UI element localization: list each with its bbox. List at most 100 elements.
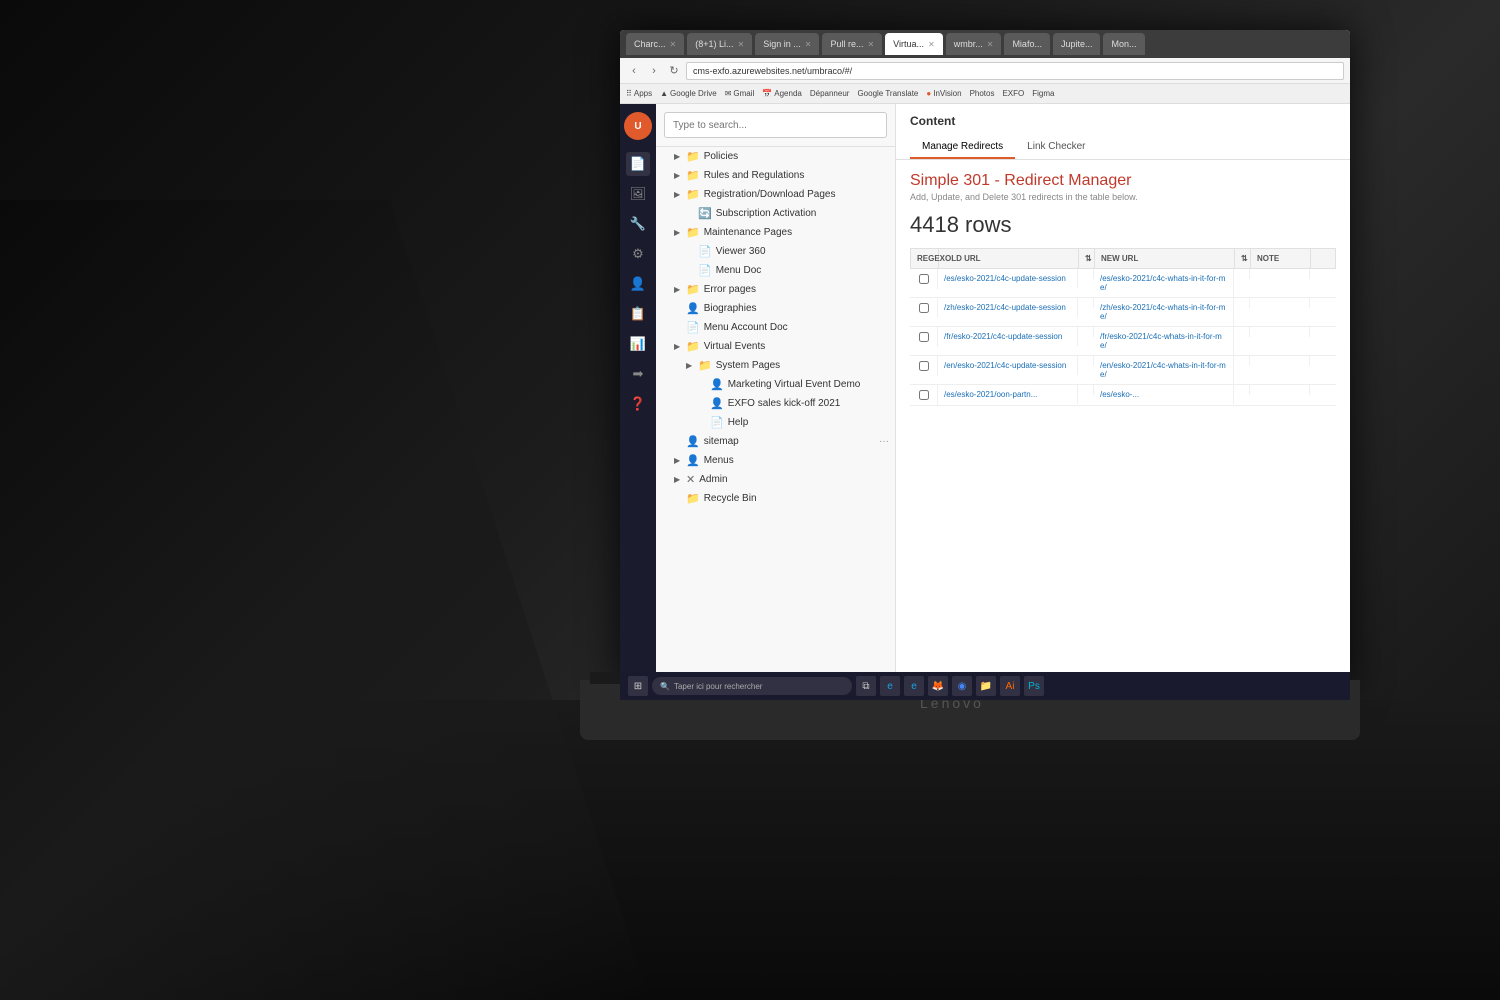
folder-icon: 📁: [686, 283, 700, 296]
chevron-icon: ▶: [686, 361, 696, 370]
tree-item[interactable]: ▶✕Admin: [656, 470, 895, 489]
more-options-button[interactable]: ···: [879, 436, 889, 447]
browser-tab-6[interactable]: wmbr... ✕: [946, 33, 1002, 55]
taskbar-windows[interactable]: ⊞: [628, 676, 648, 696]
taskbar-ai[interactable]: Ai: [1000, 676, 1020, 696]
address-bar[interactable]: cms-exfo.azurewebsites.net/umbraco/#/: [686, 62, 1344, 80]
sidebar-icon-users[interactable]: 👤: [626, 272, 650, 296]
tree-item-label: sitemap: [704, 436, 739, 447]
row-checkbox-0[interactable]: [919, 274, 929, 284]
tree-item[interactable]: ▶👤Menus: [656, 451, 895, 470]
folder-icon: 📁: [686, 150, 700, 163]
sidebar-icon-help[interactable]: ❓: [626, 392, 650, 416]
browser-tab-1[interactable]: Charc... ✕: [626, 33, 684, 55]
header-sort-2[interactable]: ⇅: [1235, 249, 1251, 268]
tree-item[interactable]: 📁 Recycle Bin: [656, 489, 895, 508]
browser-toolbar: ‹ › ↻ cms-exfo.azurewebsites.net/umbraco…: [620, 58, 1350, 84]
tree-item[interactable]: 👤 sitemap ···: [656, 432, 895, 451]
content-tabs: Manage Redirects Link Checker: [910, 136, 1336, 159]
bookmark-agenda[interactable]: 📅 Agenda: [762, 89, 802, 98]
sidebar-icon-forms[interactable]: 📋: [626, 302, 650, 326]
taskbar-firefox[interactable]: 🦊: [928, 676, 948, 696]
taskbar-search[interactable]: 🔍 Taper ici pour rechercher: [652, 677, 852, 695]
tree-item[interactable]: 🔄Subscription Activation: [656, 204, 895, 223]
tab-close-5[interactable]: ✕: [928, 40, 935, 49]
browser-tab-8[interactable]: Jupite...: [1053, 33, 1101, 55]
row-checkbox-cell-4[interactable]: [910, 385, 938, 405]
sidebar-icon-gear[interactable]: ⚙: [626, 242, 650, 266]
browser-tab-3[interactable]: Sign in ... ✕: [755, 33, 819, 55]
tree-item[interactable]: ▶📁Maintenance Pages: [656, 223, 895, 242]
taskbar-ps[interactable]: Ps: [1024, 676, 1044, 696]
old-url-cell-3: /en/esko-2021/c4c-update-session: [938, 356, 1078, 375]
row-checkbox-cell-3[interactable]: [910, 356, 938, 376]
tab-link-checker[interactable]: Link Checker: [1015, 136, 1097, 159]
taskbar-explorer[interactable]: 📁: [976, 676, 996, 696]
tab-close-4[interactable]: ✕: [867, 40, 874, 49]
tree-item[interactable]: 📄Help: [656, 413, 895, 432]
taskbar-chrome[interactable]: ◉: [952, 676, 972, 696]
tree-item-label: Admin: [699, 474, 727, 485]
sidebar-icon-content[interactable]: 📄: [626, 152, 650, 176]
sidebar-icon-media[interactable]: 🖼: [626, 182, 650, 206]
bookmark-figma[interactable]: Figma: [1032, 89, 1054, 98]
tree-item[interactable]: ▶📁Registration/Download Pages: [656, 185, 895, 204]
tree-item[interactable]: ▶📁Policies: [656, 147, 895, 166]
search-input[interactable]: [664, 112, 887, 138]
row-checkbox-1[interactable]: [919, 303, 929, 313]
tree-item[interactable]: ▶📁Error pages: [656, 280, 895, 299]
tree-item[interactable]: 📄Viewer 360: [656, 242, 895, 261]
taskbar-task-view[interactable]: ⧉: [856, 676, 876, 696]
browser-tab-9[interactable]: Mon...: [1103, 33, 1144, 55]
row-checkbox-cell-0[interactable]: [910, 269, 938, 289]
tree-item[interactable]: 📄Menu Doc: [656, 261, 895, 280]
sidebar-icon-redirect[interactable]: ➡: [626, 362, 650, 386]
tree-item[interactable]: 👤Biographies: [656, 299, 895, 318]
tree-item-label: Menus: [704, 455, 734, 466]
row-checkbox-4[interactable]: [919, 390, 929, 400]
tree-item-label: Recycle Bin: [704, 493, 757, 504]
sort-icon-4: [1078, 385, 1094, 395]
taskbar-edge[interactable]: e: [880, 676, 900, 696]
tree-item[interactable]: ▶📁System Pages: [656, 356, 895, 375]
bookmark-photos[interactable]: Photos: [970, 89, 995, 98]
row-checkbox-cell-1[interactable]: [910, 298, 938, 318]
header-sort-1[interactable]: ⇅: [1079, 249, 1095, 268]
sidebar-icon-data[interactable]: 📊: [626, 332, 650, 356]
tree-item[interactable]: ▶📁Rules and Regulations: [656, 166, 895, 185]
row-checkbox-2[interactable]: [919, 332, 929, 342]
tab-manage-redirects[interactable]: Manage Redirects: [910, 136, 1015, 159]
chevron-icon: ▶: [674, 152, 684, 161]
bookmark-translate[interactable]: Google Translate: [857, 89, 918, 98]
bookmark-gmail[interactable]: ✉ Gmail: [725, 89, 755, 98]
sidebar-icon-settings[interactable]: 🔧: [626, 212, 650, 236]
browser-tab-7[interactable]: Miafo...: [1004, 33, 1050, 55]
tree-item[interactable]: 👤Marketing Virtual Event Demo: [656, 375, 895, 394]
tab-close-1[interactable]: ✕: [670, 40, 677, 49]
back-button[interactable]: ‹: [626, 63, 642, 79]
bookmark-exfo[interactable]: EXFO: [1002, 89, 1024, 98]
tree-item[interactable]: 👤EXFO sales kick-off 2021: [656, 394, 895, 413]
tab-close-6[interactable]: ✕: [987, 40, 994, 49]
laptop-screen: Charc... ✕ (8+1) Li... ✕ Sign in ... ✕ P…: [620, 30, 1350, 690]
tab-close-2[interactable]: ✕: [738, 40, 745, 49]
tree-item[interactable]: 📄Menu Account Doc: [656, 318, 895, 337]
reload-button[interactable]: ↻: [666, 63, 682, 79]
tab-close-3[interactable]: ✕: [805, 40, 812, 49]
x-icon: ✕: [686, 473, 695, 486]
row-checkbox-cell-2[interactable]: [910, 327, 938, 347]
browser-tab-5[interactable]: Virtua... ✕: [885, 33, 943, 55]
folder-icon: 📁: [686, 492, 700, 505]
bookmark-invision[interactable]: ● InVision: [926, 89, 961, 98]
tree-item[interactable]: ▶📁Virtual Events: [656, 337, 895, 356]
person-icon: 👤: [686, 435, 700, 448]
taskbar-ie[interactable]: e: [904, 676, 924, 696]
bookmark-apps[interactable]: ⠿ Apps: [626, 89, 652, 98]
bookmark-depanneur[interactable]: Dépanneur: [810, 89, 850, 98]
bookmark-drive[interactable]: ▲ Google Drive: [660, 89, 717, 98]
forward-button[interactable]: ›: [646, 63, 662, 79]
clock-icon: 🔄: [698, 207, 712, 220]
row-checkbox-3[interactable]: [919, 361, 929, 371]
browser-tab-2[interactable]: (8+1) Li... ✕: [687, 33, 752, 55]
browser-tab-4[interactable]: Pull re... ✕: [822, 33, 882, 55]
